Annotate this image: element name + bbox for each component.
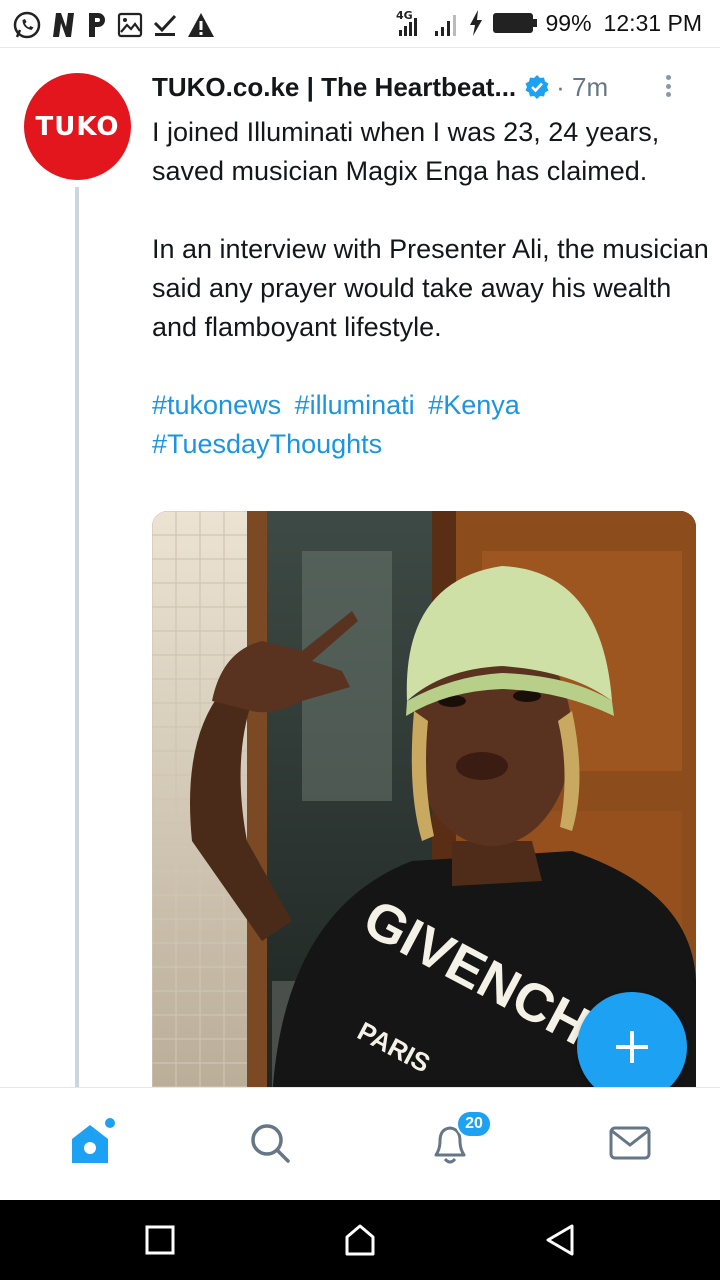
back-button[interactable] bbox=[540, 1220, 580, 1260]
more-options-icon[interactable] bbox=[656, 71, 680, 101]
dot bbox=[665, 92, 671, 97]
hashtags: #tukonews #illuminati #Kenya #TuesdayTho… bbox=[152, 386, 712, 464]
hashtag-link[interactable]: #Kenya bbox=[428, 390, 520, 420]
tweet-paragraph: In an interview with Presenter Ali, the … bbox=[152, 234, 709, 342]
notification-badge: 20 bbox=[456, 1110, 492, 1138]
avatar[interactable]: TUKO bbox=[24, 73, 131, 180]
display-name[interactable]: TUKO.co.ke | The Heartbeat... bbox=[152, 72, 516, 103]
avatar-logo-text: TUKO bbox=[35, 111, 120, 142]
warning-icon bbox=[188, 13, 214, 37]
battery-percent: 99% bbox=[545, 9, 592, 36]
tweet-header: TUKO.co.ke | The Heartbeat... · 7m bbox=[152, 67, 702, 107]
tweet-paragraph: I joined Illuminati when I was 23, 24 ye… bbox=[152, 117, 660, 186]
home-icon bbox=[72, 1118, 115, 1163]
status-bar: 4G 99% 12:31 PM bbox=[0, 0, 720, 48]
thread-line bbox=[75, 187, 79, 1087]
tweet[interactable]: TUKO TUKO.co.ke | The Heartbeat... · 7m … bbox=[0, 49, 720, 1087]
home-icon bbox=[345, 1224, 375, 1256]
tweet-text: I joined Illuminati when I was 23, 24 ye… bbox=[152, 113, 712, 464]
nav-messages[interactable] bbox=[600, 1118, 660, 1168]
hashtag-link[interactable]: #illuminati bbox=[295, 390, 415, 420]
notification-icons bbox=[12, 10, 215, 40]
nav-search[interactable] bbox=[240, 1118, 300, 1168]
recents-icon bbox=[145, 1225, 175, 1255]
hashtag-link[interactable]: #TuesdayThoughts bbox=[152, 429, 382, 459]
home-button[interactable] bbox=[340, 1220, 380, 1260]
hashtag-link[interactable]: #tukonews bbox=[152, 390, 281, 420]
nation-n-icon bbox=[53, 13, 74, 37]
messages-icon bbox=[609, 1126, 651, 1160]
dot bbox=[665, 83, 671, 89]
gallery-icon bbox=[117, 12, 143, 38]
p-icon bbox=[89, 13, 105, 37]
plus-icon bbox=[616, 1031, 648, 1063]
dot bbox=[665, 75, 671, 80]
battery-icon bbox=[492, 13, 537, 33]
search-icon bbox=[251, 1124, 290, 1163]
back-icon bbox=[546, 1224, 574, 1256]
charging-icon bbox=[469, 10, 482, 36]
signal-4g-icon: 4G bbox=[396, 9, 417, 36]
clock: 12:31 PM bbox=[603, 9, 702, 36]
whatsapp-icon bbox=[13, 11, 41, 39]
system-icons: 4G 99% 12:31 PM bbox=[396, 8, 702, 38]
svg-text:4G: 4G bbox=[396, 9, 413, 22]
signal-bars-icon bbox=[434, 15, 456, 36]
android-navigation-bar bbox=[0, 1200, 720, 1280]
recents-button[interactable] bbox=[140, 1220, 180, 1260]
download-done-icon bbox=[153, 14, 177, 36]
tweet-timestamp: · 7m bbox=[556, 71, 609, 102]
verified-badge-icon bbox=[525, 75, 549, 99]
nav-home[interactable] bbox=[60, 1118, 120, 1168]
bottom-nav: 20 bbox=[0, 1087, 720, 1199]
